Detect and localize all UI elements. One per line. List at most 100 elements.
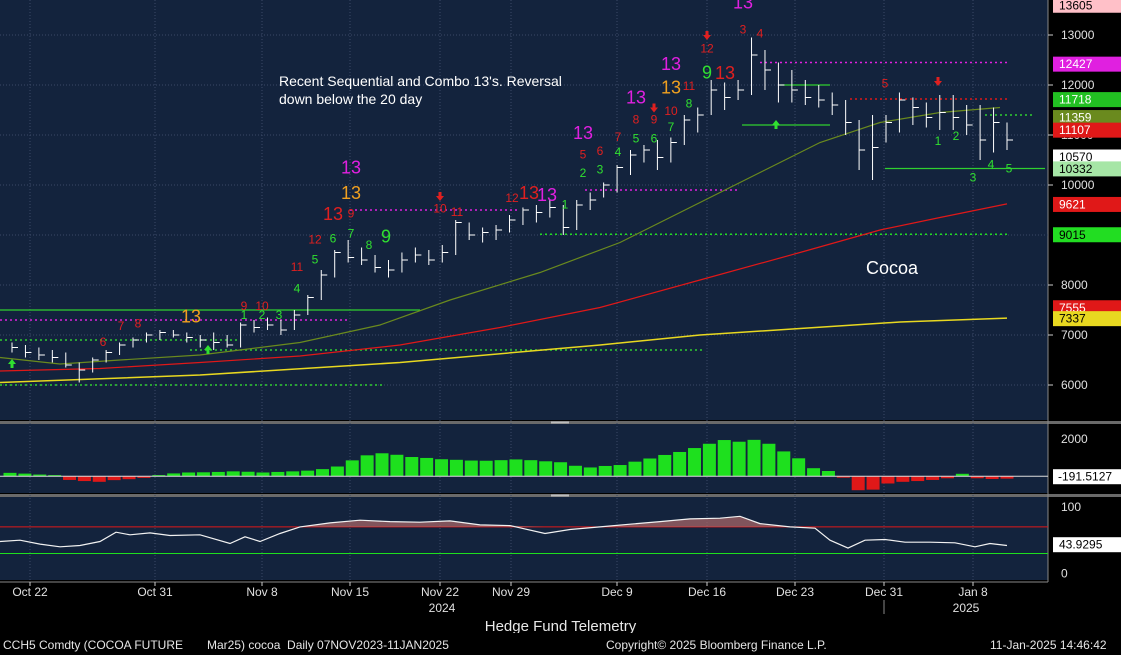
annotation-line-2: down below the 20 day: [279, 91, 422, 107]
sequential-count: 13: [537, 185, 557, 205]
histogram-bar: [211, 471, 225, 477]
sequential-count: 3: [597, 163, 604, 177]
sequential-count: 5: [580, 148, 587, 162]
histogram-bar: [271, 471, 285, 477]
histogram-bar: [435, 459, 449, 477]
histogram-bar: [539, 461, 553, 477]
sequential-count: 8: [135, 317, 142, 331]
sequential-count: 13: [341, 158, 361, 178]
price-tag-label: 10332: [1059, 162, 1093, 176]
x-tick-label: Dec 23: [776, 585, 814, 599]
histogram-bar: [345, 460, 359, 477]
x-tick-label: Nov 29: [492, 585, 530, 599]
histogram-bar: [301, 470, 315, 477]
sequential-count: 12: [505, 191, 519, 205]
histogram-bar: [673, 451, 687, 477]
histogram-bar: [896, 476, 910, 482]
oscillator-tick-label: 0: [1061, 566, 1068, 580]
histogram-bar: [449, 459, 463, 477]
sequential-count: 5: [312, 253, 319, 267]
sequential-count: 13: [661, 78, 681, 98]
histogram-bar: [77, 476, 91, 482]
sequential-count: 9: [381, 227, 391, 247]
histogram-bar: [821, 470, 835, 477]
oscillator-panel-bg: [0, 497, 1048, 580]
histogram-bar: [479, 460, 493, 477]
histogram-bar: [554, 462, 568, 477]
sequential-count: 13: [323, 204, 343, 224]
y-tick-label: 12000: [1061, 78, 1095, 92]
sequential-count: 10: [433, 202, 447, 216]
sequential-count: 4: [615, 145, 622, 159]
price-tag-label: 11718: [1059, 93, 1092, 107]
histogram-bar: [792, 458, 806, 477]
histogram-bar: [241, 471, 255, 477]
histogram-bar: [613, 465, 627, 477]
x-tick-label: Jan 8: [958, 585, 988, 599]
sequential-count: 13: [573, 123, 593, 143]
histogram-bar: [330, 466, 344, 477]
histogram-bar: [63, 476, 77, 480]
sequential-count: 2: [580, 166, 587, 180]
histogram-bar: [717, 440, 731, 477]
year-label: 2025: [953, 601, 980, 615]
x-tick-label: Dec 16: [688, 585, 726, 599]
sequential-count: 1: [935, 134, 942, 148]
histogram-bar: [390, 454, 404, 477]
cocoa-chart: 67 8 139 101 2 345111213 96 78 9131310 1112 1313 15…: [0, 0, 1121, 655]
x-tick-label: Dec 31: [865, 585, 903, 599]
histogram-bar: [360, 455, 374, 477]
histogram-bar: [405, 457, 419, 477]
sequential-count: 4: [294, 282, 301, 296]
y-tick-label: 7000: [1061, 328, 1088, 342]
sequential-count: 8: [633, 113, 640, 127]
price-tag-label: 11107: [1059, 123, 1091, 137]
histogram-bar: [3, 472, 17, 477]
histogram-bar: [911, 476, 925, 482]
sequential-count: 9: [651, 113, 658, 127]
histogram-bar: [762, 443, 776, 477]
sequential-count: 3: [740, 23, 747, 37]
histogram-bar: [375, 453, 389, 477]
histogram-bar: [315, 469, 329, 477]
histogram-bar: [628, 461, 642, 477]
footer-range: Mar25) cocoa Daily 07NOV2023-11JAN2025: [207, 638, 449, 652]
histogram-bar: [524, 460, 538, 477]
sequential-count: 7: [348, 227, 355, 241]
x-tick-label: Nov 15: [331, 585, 369, 599]
histogram-bar: [92, 476, 106, 482]
sequential-count: 11: [291, 260, 304, 274]
sequential-count: 2: [953, 129, 960, 143]
histogram-bar: [747, 439, 761, 477]
histogram-bar: [107, 476, 121, 481]
year-label: 2024: [429, 601, 456, 615]
sequential-count: 6: [597, 144, 604, 158]
footer-copyright: Copyright© 2025 Bloomberg Finance L.P.: [606, 638, 827, 652]
sequential-count: 8: [686, 97, 693, 111]
histogram-bar: [286, 471, 300, 477]
sequential-count: 12: [700, 42, 714, 56]
histogram-bar: [494, 460, 508, 477]
x-tick-label: Oct 31: [137, 585, 173, 599]
footer-timestamp: 11-Jan-2025 14:46:42: [990, 638, 1107, 652]
histogram-bar: [643, 458, 657, 477]
sequential-count: 5: [882, 77, 889, 91]
sequential-count: 13: [181, 307, 201, 327]
x-tick-label: Dec 9: [601, 585, 633, 599]
sequential-count: 6: [651, 132, 658, 146]
y-tick-label: 13000: [1061, 28, 1095, 42]
oscillator-tick-label: 100: [1061, 500, 1081, 514]
histogram-bar: [256, 472, 270, 477]
histogram-bar: [881, 476, 895, 484]
separator-handle: [551, 421, 569, 424]
sequential-count: 6: [100, 335, 107, 349]
histogram-bar: [688, 448, 702, 477]
sequential-count: 6: [330, 232, 337, 246]
separator-handle: [551, 494, 569, 497]
histogram-bar: [807, 468, 821, 477]
histogram-bar: [598, 465, 612, 477]
sequential-count: 5: [633, 132, 640, 146]
histogram-bar: [182, 472, 196, 477]
x-tick-label: Nov 8: [246, 585, 278, 599]
footer-ticker: CCH5 Comdty (COCOA FUTURE: [3, 638, 184, 652]
